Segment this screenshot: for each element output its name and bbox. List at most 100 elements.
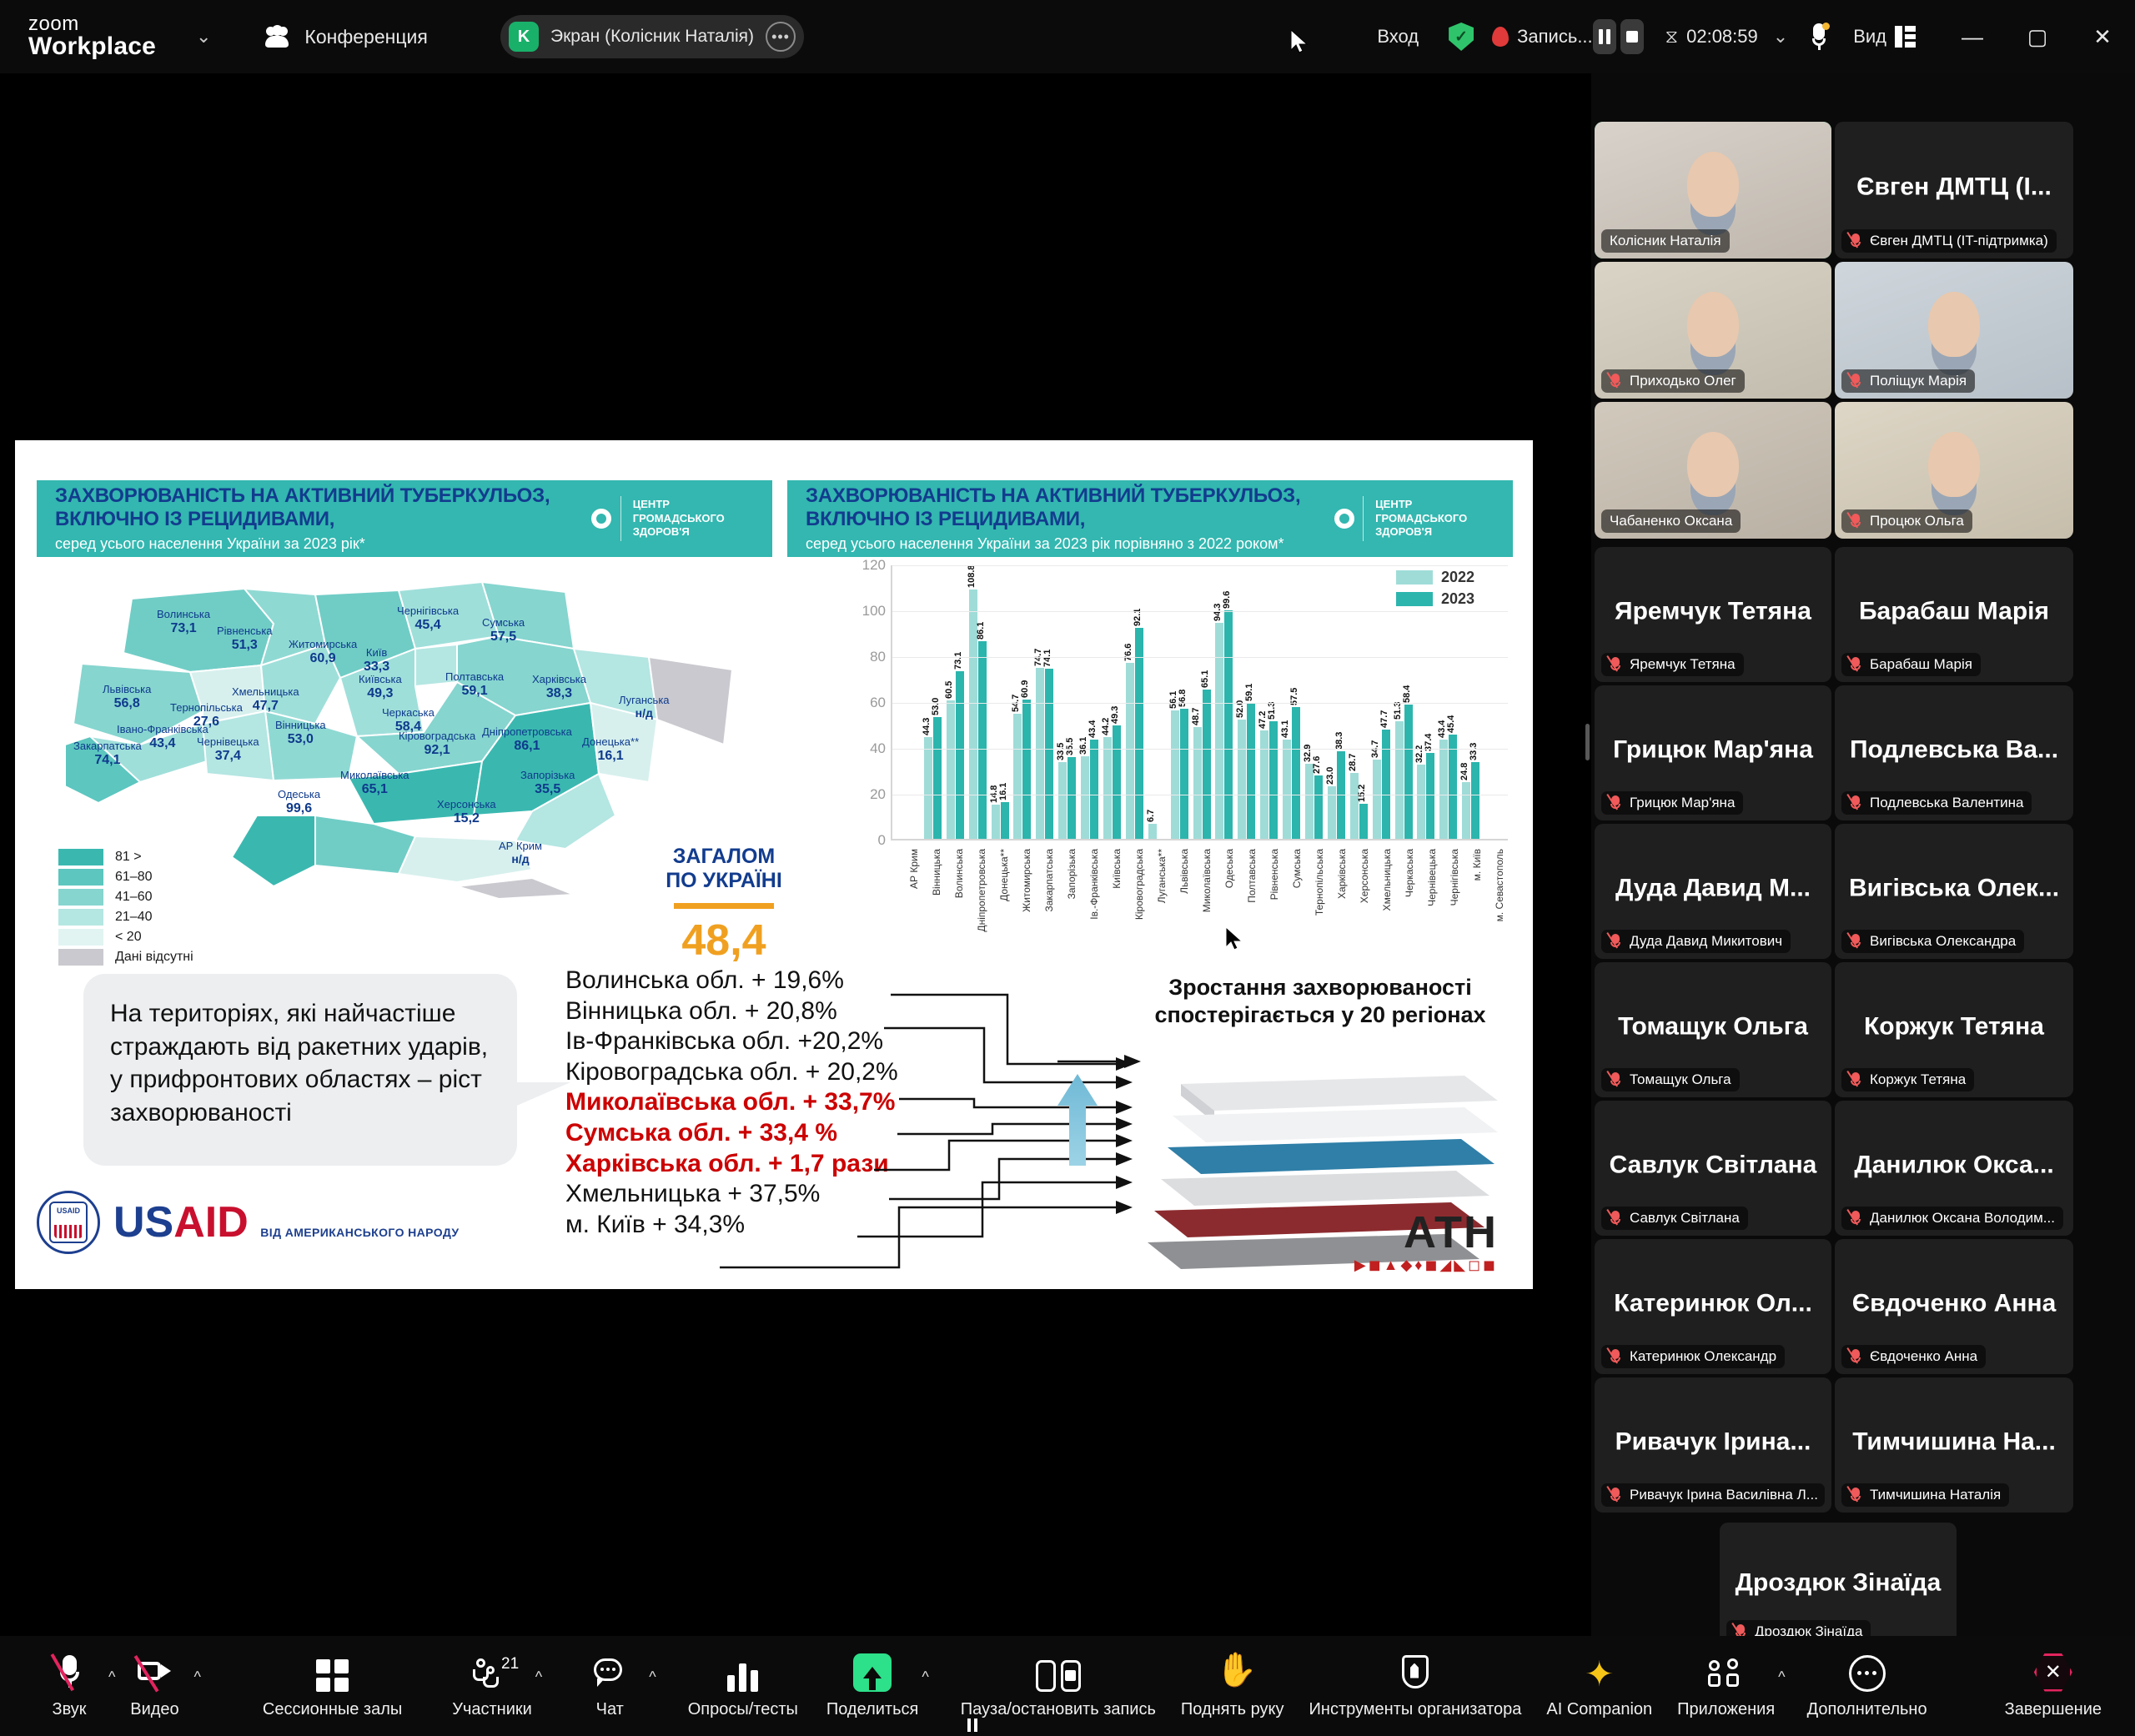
mic-muted-icon <box>1850 233 1862 249</box>
share-chevron-up-icon[interactable]: ^ <box>922 1668 928 1686</box>
mic-muted-icon <box>1610 934 1622 950</box>
screen-share-indicator[interactable]: K Экран (Колісник Наталія) ••• <box>500 15 804 58</box>
participant-tile[interactable]: Євдоченко АннаЄвдоченко Анна <box>1835 1239 2073 1374</box>
chat-chevron-up-icon[interactable]: ^ <box>649 1668 656 1686</box>
view-selector[interactable]: Вид <box>1853 26 1916 48</box>
participant-tile[interactable]: Грицюк Мар'янаГрицюк Мар'яна <box>1595 685 1831 820</box>
video-chevron-up-icon[interactable]: ^ <box>193 1668 200 1686</box>
audio-chevron-up-icon[interactable]: ^ <box>108 1668 115 1686</box>
close-button[interactable]: ✕ <box>2070 0 2135 73</box>
participant-nametag: Приходько Олег <box>1601 369 1745 393</box>
growth-up-arrow-icon <box>1057 1074 1098 1166</box>
toolbar-button-polls[interactable]: Опросы/тесты <box>688 1640 798 1732</box>
toolbar-label-audio: Звук <box>52 1700 86 1719</box>
participant-display-name: Вигівська Олек... <box>1835 875 2073 903</box>
participant-nametag: Томащук Ольга <box>1601 1068 1740 1091</box>
mic-muted-icon <box>1850 657 1862 673</box>
participant-name: Катеринюк Олександр <box>1630 1348 1776 1365</box>
toolbar-button-host-tools[interactable]: Инструменты организатора <box>1309 1640 1522 1732</box>
timer-value: 02:08:59 <box>1686 26 1758 48</box>
participant-tile[interactable]: Колісник Наталія <box>1595 122 1831 258</box>
participant-tile[interactable]: Дроздюк ЗінаїдаДроздюк Зінаїда <box>1720 1523 1957 1649</box>
pause-recording-button[interactable] <box>1593 19 1616 54</box>
participants-icon: 21 <box>473 1657 511 1692</box>
toolbar-label-host-tools: Инструменты организатора <box>1309 1700 1522 1719</box>
maximize-button[interactable]: ▢ <box>2005 0 2070 73</box>
participant-display-name: Дроздюк Зінаїда <box>1720 1569 1957 1598</box>
mic-muted-icon <box>1850 795 1862 811</box>
toolbar-button-apps[interactable]: Приложения <box>1677 1640 1775 1732</box>
layout-grid-icon <box>1895 26 1916 48</box>
meeting-toolbar: Звук ^ Видео ^ Сессионные залы 21 Участн… <box>0 1636 2135 1736</box>
participant-nametag: Подлевська Валентина <box>1841 791 2032 815</box>
participant-tile[interactable]: Яремчук ТетянаЯремчук Тетяна <box>1595 547 1831 682</box>
zoom-meeting-window: zoom Workplace ⌄ Конференция K Экран (Ко… <box>0 0 2135 1736</box>
recording-controls[interactable] <box>1593 19 1644 54</box>
conference-menu[interactable]: Конференция <box>263 25 427 48</box>
participant-name: Ривачук Ірина Василівна Л... <box>1630 1487 1818 1503</box>
participant-name: Поліщук Марія <box>1870 373 1967 389</box>
toolbar-label-breakout-rooms: Сессионные залы <box>263 1700 402 1719</box>
participant-display-name: Євген ДМТЦ (I... <box>1835 173 2073 202</box>
host-tools-icon <box>1399 1653 1431 1692</box>
participant-tile[interactable]: Вигівська Олек...Вигівська Олександра <box>1835 824 2073 959</box>
participant-tile[interactable]: Євген ДМТЦ (I...Євген ДМТЦ (IT-підтримка… <box>1835 122 2073 258</box>
participant-tile[interactable]: Подлевська Ва...Подлевська Валентина <box>1835 685 2073 820</box>
participant-tile[interactable]: Чабаненко Оксана <box>1595 402 1831 539</box>
participants-chevron-up-icon[interactable]: ^ <box>535 1668 542 1686</box>
toolbar-button-breakout-rooms[interactable]: Сессионные залы <box>263 1640 402 1732</box>
security-shield-icon[interactable]: ✓ <box>1449 23 1474 51</box>
timer-chevron-down-icon[interactable]: ⌄ <box>1773 26 1788 48</box>
participant-name: Чабаненко Оксана <box>1610 513 1732 529</box>
participants-panel: Колісник НаталіяЄвген ДМТЦ (I...Євген ДМ… <box>1595 110 2083 1636</box>
more-options-icon[interactable]: ••• <box>766 22 796 52</box>
participant-tile[interactable]: Катеринюк Ол... Катеринюк Олександр <box>1595 1239 1831 1374</box>
chevron-down-icon[interactable]: ⌄ <box>196 26 211 48</box>
participant-tile[interactable]: Дуда Давид М...Дуда Давид Микитович <box>1595 824 1831 959</box>
meeting-timer: ⧖ 02:08:59 ⌄ <box>1665 26 1789 48</box>
title-bar: zoom Workplace ⌄ Конференция K Экран (Ко… <box>0 0 2135 73</box>
conference-menu-label: Конференция <box>304 26 427 48</box>
more-icon <box>1849 1655 1886 1692</box>
toolbar-button-ai-companion[interactable]: ✦ AI Companion <box>1546 1640 1652 1732</box>
participant-tile[interactable]: Приходько Олег <box>1595 262 1831 399</box>
toolbar-button-video[interactable]: Видео <box>118 1640 190 1732</box>
participant-face <box>1687 432 1739 497</box>
mic-muted-icon <box>1610 1072 1622 1088</box>
zoom-logo: zoom Workplace <box>28 14 156 59</box>
minimize-button[interactable]: — <box>1940 0 2005 73</box>
connector-arrows <box>15 440 1533 1289</box>
stage-scroll-handle[interactable] <box>1585 724 1590 760</box>
participant-nametag: Катеринюк Олександр <box>1601 1345 1785 1368</box>
participant-tile[interactable]: Данилюк Окса...Данилюк Оксана Володим... <box>1835 1101 2073 1236</box>
toolbar-button-share[interactable]: Поделиться <box>826 1640 918 1732</box>
participant-name: Євдоченко Анна <box>1870 1348 1977 1365</box>
participant-name: Барабаш Марія <box>1870 656 1972 673</box>
toolbar-button-raise-hand[interactable]: ✋ Поднять руку <box>1181 1640 1284 1732</box>
participant-display-name: Тимчишина На... <box>1835 1428 2073 1457</box>
participant-tile[interactable]: Процюк Ольга <box>1835 402 2073 539</box>
login-button[interactable]: Вход <box>1377 26 1419 48</box>
toolbar-button-participants[interactable]: 21 Участники <box>452 1640 532 1732</box>
participant-tile[interactable]: Савлук СвітланаСавлук Світлана <box>1595 1101 1831 1236</box>
participant-tile[interactable]: Барабаш МаріяБарабаш Марія <box>1835 547 2073 682</box>
participant-tile[interactable]: Тимчишина На... Тимчишина Наталія <box>1835 1377 2073 1513</box>
apps-chevron-up-icon[interactable]: ^ <box>1778 1668 1785 1686</box>
participant-tile[interactable]: Поліщук Марія <box>1835 262 2073 399</box>
toolbar-button-more[interactable]: Дополнительно <box>1807 1640 1927 1732</box>
toolbar-button-pause-stop-recording[interactable]: Пауза/остановить запись <box>961 1640 1156 1732</box>
participant-name: Тимчишина Наталія <box>1870 1487 2001 1503</box>
participant-display-name: Ривачук Ірина... <box>1595 1428 1831 1457</box>
participant-display-name: Катеринюк Ол... <box>1595 1290 1831 1318</box>
stop-recording-button[interactable] <box>1620 19 1644 54</box>
toolbar-button-audio[interactable]: Звук <box>33 1640 105 1732</box>
participant-face <box>1928 292 1980 357</box>
participant-tile[interactable]: Ривачук Ірина... Ривачук Ірина Василівна … <box>1595 1377 1831 1513</box>
participant-tile[interactable]: Томащук ОльгаТомащук Ольга <box>1595 962 1831 1097</box>
recording-indicator[interactable]: Запись... <box>1492 26 1593 48</box>
toolbar-button-end-meeting[interactable]: ✕ Завершение <box>2005 1640 2102 1732</box>
participant-tile[interactable]: Коржук ТетянаКоржук Тетяна <box>1835 962 2073 1097</box>
chat-icon <box>591 1657 628 1692</box>
microphone-icon[interactable] <box>1810 23 1828 50</box>
toolbar-button-chat[interactable]: Чат <box>574 1640 646 1732</box>
